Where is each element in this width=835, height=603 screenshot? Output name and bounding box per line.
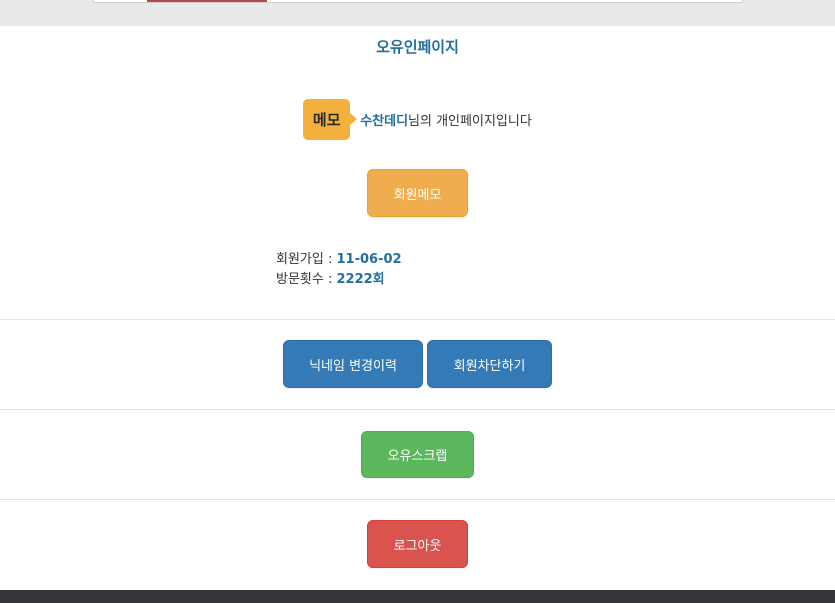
memo-badge[interactable]: 메모	[303, 98, 358, 140]
member-memo-button[interactable]: 회원메모	[367, 169, 468, 217]
footer	[0, 590, 835, 603]
visit-count-row: 방문횟수 : 2222회	[276, 268, 385, 287]
top-banner	[93, 0, 743, 3]
join-date-value: 11-06-02	[336, 252, 402, 267]
block-member-button[interactable]: 회원차단하기	[427, 340, 552, 388]
nickname-history-label: 닉네임 변경이력	[309, 358, 397, 374]
scrap-button[interactable]: 오유스크랩	[361, 431, 474, 478]
visit-count-label: 방문횟수 :	[276, 272, 337, 287]
logout-button[interactable]: 로그아웃	[367, 520, 468, 568]
top-banner-area	[0, 0, 835, 26]
profile-suffix: 님의 개인페이지입니다	[408, 113, 532, 129]
divider	[0, 409, 835, 410]
nickname: 수찬데디	[360, 113, 409, 129]
banner-accent	[147, 0, 267, 2]
divider	[0, 499, 835, 500]
divider	[0, 319, 835, 320]
memo-badge-label: 메모	[312, 110, 341, 129]
visit-count-value: 2222회	[336, 272, 385, 287]
nickname-history-button[interactable]: 닉네임 변경이력	[283, 340, 423, 388]
profile-line: 메모 수찬데디 님의 개인페이지입니다	[0, 98, 835, 140]
join-date-row: 회원가입 : 11-06-02	[276, 248, 402, 267]
logout-label: 로그아웃	[393, 538, 442, 554]
scrap-label: 오유스크랩	[387, 449, 448, 464]
page-title: 오유인페이지	[376, 38, 459, 56]
join-date-label: 회원가입 :	[276, 252, 337, 267]
member-memo-label: 회원메모	[393, 187, 442, 203]
block-member-label: 회원차단하기	[453, 358, 526, 374]
